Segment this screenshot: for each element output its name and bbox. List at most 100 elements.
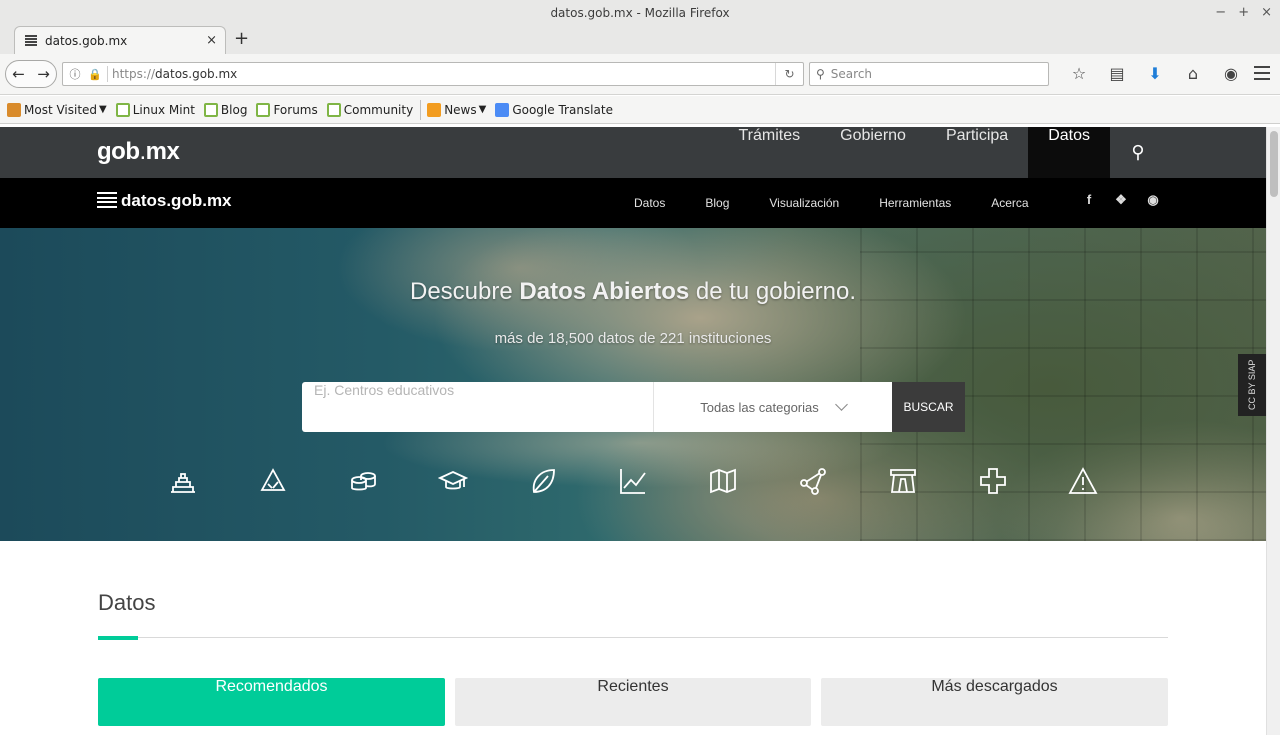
- facebook-icon[interactable]: f: [1080, 192, 1098, 208]
- datos-tabs: Recomendados Recientes Más descargados: [98, 678, 1168, 726]
- category-icons: [168, 466, 1158, 502]
- close-window-button[interactable]: ×: [1261, 0, 1272, 26]
- geografia-icon[interactable]: [708, 466, 798, 502]
- back-button[interactable]: ←: [6, 65, 31, 83]
- datos-favicon-icon: [25, 35, 37, 46]
- tab-title: datos.gob.mx: [45, 33, 128, 48]
- window-titlebar: datos.gob.mx - Mozilla Firefox − + ×: [0, 0, 1280, 26]
- home-icon[interactable]: ⌂: [1174, 64, 1212, 83]
- info-icon[interactable]: ⓘ: [67, 66, 83, 82]
- tab-recientes[interactable]: Recientes: [455, 678, 811, 726]
- gob-navbar: gob.mx Trámites Gobierno Participa Datos…: [0, 127, 1266, 178]
- search-icon[interactable]: ⚲: [1110, 127, 1166, 178]
- economia-icon[interactable]: [348, 466, 438, 502]
- back-forward-group: ← →: [5, 60, 57, 88]
- url-text[interactable]: https://datos.gob.mx: [112, 67, 775, 81]
- bookmarks-toolbar: Most Visited ▼ Linux Mint Blog Forums Com…: [0, 96, 1280, 124]
- gob-menu-participa[interactable]: Participa: [926, 127, 1028, 178]
- maximize-button[interactable]: +: [1238, 0, 1249, 26]
- category-select[interactable]: Todas las categorias: [653, 382, 892, 432]
- bookmark-forums[interactable]: Forums: [256, 102, 318, 117]
- dataset-search-input[interactable]: Ej. Centros educativos: [302, 382, 653, 432]
- mint-icon: [115, 102, 130, 117]
- datos-link-blog[interactable]: Blog: [685, 196, 749, 210]
- page-viewport: gob.mx Trámites Gobierno Participa Datos…: [0, 127, 1266, 735]
- hero-title: Descubre Datos Abiertos de tu gobierno.: [410, 278, 856, 305]
- close-tab-icon[interactable]: ×: [206, 33, 217, 48]
- medio-ambiente-icon[interactable]: [258, 466, 348, 502]
- section-title: Datos: [98, 590, 156, 615]
- datos-link-datos[interactable]: Datos: [614, 196, 685, 210]
- educacion-icon[interactable]: [438, 466, 528, 502]
- bookmark-star-icon[interactable]: ☆: [1060, 64, 1098, 83]
- scrollbar-thumb[interactable]: [1270, 131, 1278, 197]
- tab-mas-descargados[interactable]: Más descargados: [821, 678, 1168, 726]
- mint-icon: [256, 102, 271, 117]
- datos-links: Datos Blog Visualización Herramientas Ac…: [614, 178, 1049, 228]
- url-bar[interactable]: ⓘ 🔒 https://datos.gob.mx ↻: [62, 62, 804, 86]
- hero-subtitle: más de 18,500 datos de 221 instituciones: [494, 330, 772, 347]
- forward-button[interactable]: →: [31, 65, 56, 83]
- chevron-down-icon: ▼: [99, 104, 107, 115]
- chevron-down-icon: [834, 398, 848, 411]
- datos-logo-icon: [97, 192, 117, 210]
- gob-menu-gobierno[interactable]: Gobierno: [820, 127, 926, 178]
- rss-icon: [427, 102, 442, 117]
- seguridad-icon[interactable]: [1068, 466, 1158, 502]
- dataset-search: Ej. Centros educativos Todas las categor…: [302, 382, 965, 432]
- gob-menu: Trámites Gobierno Participa Datos ⚲: [718, 127, 1266, 178]
- datos-link-visualizacion[interactable]: Visualización: [749, 196, 859, 210]
- buscar-button[interactable]: BUSCAR: [892, 382, 965, 432]
- hero-banner: Descubre Datos Abiertos de tu gobierno. …: [0, 228, 1266, 541]
- window-title: datos.gob.mx - Mozilla Firefox: [550, 6, 730, 20]
- bookmark-google-translate[interactable]: Google Translate: [495, 102, 613, 117]
- datos-link-acerca[interactable]: Acerca: [971, 196, 1048, 210]
- reload-icon[interactable]: ↻: [775, 63, 803, 85]
- folder-icon: [7, 102, 21, 117]
- download-icon[interactable]: ⬇: [1136, 64, 1174, 83]
- infraestructura-icon[interactable]: [168, 466, 258, 502]
- section-accent-bar: [98, 636, 138, 640]
- tab-strip: datos.gob.mx × +: [0, 26, 1280, 54]
- window-controls: − + ×: [1215, 0, 1272, 26]
- twitter-icon[interactable]: ❖: [1112, 192, 1130, 208]
- datos-logo[interactable]: datos.gob.mx: [97, 191, 232, 211]
- datos-link-herramientas[interactable]: Herramientas: [859, 196, 971, 210]
- bookmark-community[interactable]: Community: [326, 102, 413, 117]
- bookmark-linux-mint[interactable]: Linux Mint: [115, 102, 195, 117]
- gob-menu-tramites[interactable]: Trámites: [718, 127, 820, 178]
- minimize-button[interactable]: −: [1215, 0, 1226, 26]
- red-icon[interactable]: [798, 466, 888, 502]
- social-links: f ❖ ◉: [1080, 192, 1162, 208]
- sustentabilidad-icon[interactable]: [528, 466, 618, 502]
- bookmark-most-visited[interactable]: Most Visited ▼: [7, 102, 107, 117]
- reading-list-icon[interactable]: ▤: [1098, 64, 1136, 83]
- tab-recomendados[interactable]: Recomendados: [98, 678, 445, 726]
- gob-menu-datos[interactable]: Datos: [1028, 127, 1110, 178]
- github-icon[interactable]: ◉: [1144, 192, 1162, 208]
- browser-tab[interactable]: datos.gob.mx ×: [14, 26, 226, 54]
- navigation-toolbar: ← → ⓘ 🔒 https://datos.gob.mx ↻ ⚲ Search …: [0, 54, 1280, 95]
- finanzas-icon[interactable]: [618, 466, 708, 502]
- new-tab-button[interactable]: +: [234, 30, 249, 48]
- google-translate-icon: [495, 102, 510, 117]
- datos-navbar: datos.gob.mx Datos Blog Visualización He…: [0, 178, 1266, 228]
- page-scrollbar[interactable]: [1266, 127, 1280, 735]
- bookmark-news[interactable]: News ▼: [427, 102, 487, 117]
- cc-by-siap-badge: CC BY SIAP: [1238, 354, 1266, 416]
- search-input[interactable]: ⚲ Search: [809, 62, 1049, 86]
- desarrollo-icon[interactable]: [888, 466, 978, 502]
- salud-icon[interactable]: [978, 466, 1068, 502]
- mint-icon: [203, 102, 218, 117]
- section-divider: [98, 637, 1168, 638]
- chevron-down-icon: ▼: [478, 104, 487, 115]
- gob-logo[interactable]: gob.mx: [97, 138, 180, 166]
- hamburger-menu-icon[interactable]: [1254, 66, 1270, 84]
- mint-icon: [326, 102, 341, 117]
- bookmark-blog[interactable]: Blog: [203, 102, 247, 117]
- search-icon: ⚲: [816, 67, 825, 81]
- pocket-icon[interactable]: ◉: [1212, 64, 1250, 83]
- toolbar-icons: ☆ ▤ ⬇ ⌂ ◉: [1060, 64, 1250, 83]
- search-placeholder: Search: [830, 67, 873, 81]
- lock-icon[interactable]: 🔒: [87, 68, 103, 81]
